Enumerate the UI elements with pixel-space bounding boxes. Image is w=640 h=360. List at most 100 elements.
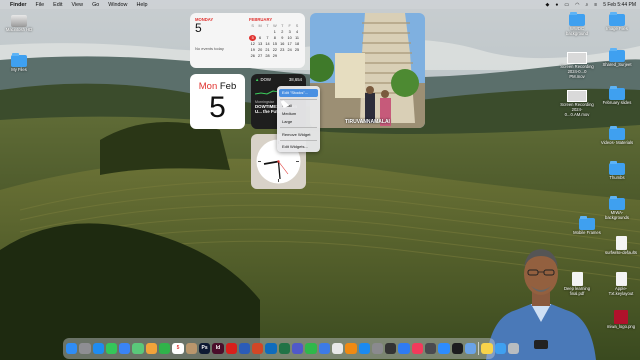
wifi-icon[interactable]: ◠ (575, 2, 579, 8)
menu-separator (280, 139, 317, 141)
menu-bar-extras: ◆ ● ▭ ◠ ⌕ ≡ 5 Feb 5:44 PM (545, 0, 636, 9)
mail-app-icon[interactable] (119, 342, 131, 355)
desktop-icon-label: Image Files (606, 26, 628, 31)
desktop-icon-label: February slides (602, 100, 632, 105)
finder-app-icon[interactable] (66, 342, 78, 355)
photos-app-icon[interactable] (145, 342, 158, 355)
desktop-icon-label: Macintosh HD (5, 27, 33, 32)
settings-app-icon[interactable] (371, 342, 384, 355)
menu-clock[interactable]: 5 Feb 5:44 PM (603, 2, 636, 8)
desktop-icon-label: miwa_logo.png (606, 324, 636, 329)
menu-item-edit-widgets[interactable]: Edit Widgets... (277, 143, 320, 151)
desktop-icon-label: Videos- Materials (600, 140, 634, 145)
appstore-app-icon[interactable] (358, 342, 370, 355)
powerpoint-app-icon[interactable] (252, 342, 264, 355)
dock: 5 Ps Id (63, 338, 520, 359)
photo-image (310, 13, 425, 128)
teams-app-icon[interactable] (292, 342, 304, 355)
widget-context-menu: Edit "Stocks"... Small Medium Large Remo… (277, 86, 320, 152)
photos-widget[interactable]: TIRUVANNAMALAI (310, 13, 425, 128)
keynote-app-icon[interactable] (318, 342, 330, 355)
calendar-day-cell (286, 53, 293, 59)
folder-icon (609, 86, 625, 100)
desktop-icon-label: surfwrite-defaults (605, 250, 637, 255)
date-widget[interactable]: Mon Feb 5 (190, 74, 245, 129)
desktop-icon-videos-materials[interactable]: Videos- Materials (600, 126, 634, 146)
desktop-icon-february-slides[interactable]: February slides (600, 86, 634, 106)
messages-app-icon[interactable] (105, 342, 118, 355)
calendar-app-icon[interactable]: 5 (172, 342, 184, 355)
desktop-icon-label: WWDC background (566, 26, 588, 36)
notes-app-icon[interactable] (481, 342, 493, 355)
facetime-app-icon[interactable] (159, 342, 171, 355)
finalcut-app-icon[interactable] (385, 342, 397, 355)
battery-icon[interactable]: ▭ (564, 2, 569, 8)
music-app-icon[interactable] (411, 342, 424, 355)
menu-file[interactable]: File (35, 2, 44, 8)
folder-icon (609, 12, 625, 26)
numbers-app-icon[interactable] (305, 342, 317, 355)
menu-edit[interactable]: Edit (53, 2, 62, 8)
video-thumbnail-icon (567, 90, 587, 102)
downloads-stack-icon[interactable] (494, 342, 506, 355)
calendar-day-cell: 27 (257, 54, 263, 58)
vlc-app-icon[interactable] (345, 342, 357, 355)
folder-icon (609, 196, 625, 210)
calendar-no-events: No events today (195, 46, 224, 51)
stock-up-arrow-icon: ▲ (255, 77, 260, 82)
menu-window[interactable]: Window (108, 2, 127, 8)
menu-item-edit-stocks[interactable]: Edit "Stocks"... (279, 89, 318, 97)
desktop-icon-screen-recording-2[interactable]: Screen Recording 2024-0...0.AM.mov (560, 90, 594, 117)
folder-icon (609, 161, 625, 175)
contacts-app-icon[interactable] (185, 342, 197, 355)
photoshop-app-icon[interactable]: Ps (198, 342, 211, 355)
desktop-icon-screen-recording-1[interactable]: Screen Recording 2024-0...0 PM.mov (560, 52, 594, 79)
menu-item-large[interactable]: Large (277, 117, 320, 125)
document-icon (615, 236, 627, 250)
menu-bar: Finder File Edit View Go Window Help ◆ ●… (0, 0, 640, 9)
terminal-app-icon[interactable] (451, 342, 463, 355)
menu-separator (280, 127, 317, 129)
date-widget-day: 5 (209, 91, 226, 124)
control-center-icon[interactable]: ≡ (594, 2, 597, 8)
desktop-icon-apple-keylayout[interactable]: Apple-Txt.keylayout (604, 272, 638, 297)
outlook-app-icon[interactable] (265, 342, 277, 355)
menu-finder[interactable]: Finder (10, 2, 26, 8)
desktop-icon-label: Thumbs (609, 175, 625, 180)
calendar-month-grid: S M T W T F S 1 2 3 4 5 6 7 8 9 10 11 12 13 14 15 16 17 1… (249, 23, 301, 59)
calendar-widget[interactable]: MONDAY 5 No events today FEBRUARY S M T … (190, 13, 305, 68)
xcode-app-icon[interactable] (398, 342, 410, 355)
desktop-icon-wwdc-background[interactable]: WWDC background (560, 12, 594, 37)
desktop-icon-macintosh-hd[interactable]: Macintosh HD (2, 15, 36, 33)
maps-app-icon[interactable] (132, 342, 144, 355)
menu-view[interactable]: View (71, 2, 83, 8)
stock-symbol: DOW (260, 77, 271, 82)
desktop-icon-miwa-logo[interactable]: miwa_logo.png (604, 310, 638, 330)
menu-item-remove-widget[interactable]: Remove Widget (277, 130, 320, 138)
search-icon[interactable]: ⌕ (585, 2, 588, 8)
dock-separator (478, 342, 480, 355)
quicktime-app-icon[interactable] (425, 342, 437, 355)
desktop-icon-my-files[interactable]: My Files (2, 53, 36, 73)
safari-app-icon[interactable] (92, 342, 104, 355)
desktop-icon-miwa-backgrounds[interactable]: MIWA-backgrounds (600, 196, 634, 221)
desktop-icon-label: My Files (11, 67, 27, 72)
dropbox-icon[interactable]: ◆ (545, 2, 549, 8)
screen-record-icon[interactable]: ● (555, 2, 558, 8)
excel-app-icon[interactable] (278, 342, 291, 355)
desktop-icon-image-files[interactable]: Image Files (600, 12, 634, 32)
menu-item-medium[interactable]: Medium (277, 110, 320, 118)
trash-app-icon[interactable] (507, 342, 520, 355)
menu-help[interactable]: Help (136, 2, 147, 8)
chrome-app-icon[interactable] (331, 342, 344, 355)
menu-go[interactable]: Go (92, 2, 99, 8)
desktop-icon-surfwrite-defaults[interactable]: surfwrite-defaults (604, 236, 638, 256)
desktop-icon-shared-surjeet[interactable]: Shared_Surjeet (600, 48, 634, 68)
acrobat-app-icon[interactable] (225, 342, 237, 355)
preview-app-icon[interactable] (464, 342, 477, 355)
indesign-app-icon[interactable]: Id (212, 342, 224, 355)
desktop-icon-thumbs[interactable]: Thumbs (600, 161, 634, 181)
word-app-icon[interactable] (238, 342, 251, 355)
launchpad-app-icon[interactable] (79, 342, 91, 355)
zoom-app-icon[interactable] (438, 342, 450, 355)
